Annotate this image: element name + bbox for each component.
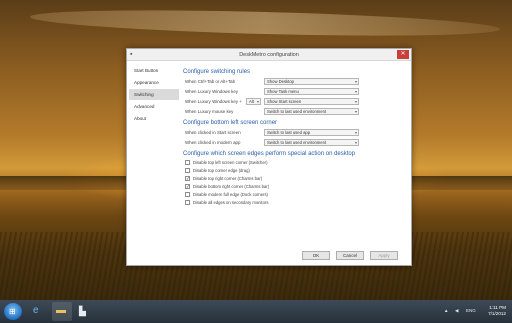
select-value: Show Desktop <box>267 79 294 84</box>
switching-row: When Luxury Windows key + Alt ▾ Show Sta… <box>183 97 411 107</box>
sidebar-item-advanced[interactable]: Advanced <box>129 101 179 112</box>
switching-key-select[interactable]: Alt ▾ <box>246 98 261 105</box>
taskbar-app-browser[interactable]: e <box>29 302 49 321</box>
switching-select-2[interactable]: Show Task menu ▾ <box>264 88 359 95</box>
row-label: When clicked in modern app <box>185 140 241 145</box>
checkbox-checked[interactable]: ✓ <box>185 184 190 189</box>
sidebar-nav: Start Button Appearance Switching Advanc… <box>129 65 179 125</box>
row-label: When Luxury Windows key + <box>185 99 242 104</box>
language-indicator[interactable]: ENG <box>466 308 476 314</box>
switching-row: When Ctrl+Tab or Alt+Tab Show Desktop ▾ <box>183 77 411 87</box>
apply-button[interactable]: Apply <box>370 251 398 260</box>
close-button[interactable]: ✕ <box>397 50 409 59</box>
checkbox-label: Disable top left screen corner (Switcher… <box>193 160 268 165</box>
start-button[interactable]: ⊞ <box>4 303 22 320</box>
switching-row: When Luxury Windows key Show Task menu ▾ <box>183 87 411 97</box>
chevron-down-icon: ▾ <box>354 89 357 94</box>
checkbox[interactable] <box>185 200 190 205</box>
section-heading-hotcorners: Configure which screen edges perform spe… <box>183 151 356 157</box>
sidebar-item-about[interactable]: About <box>129 113 179 124</box>
row-label: When Luxury mouse key <box>185 109 234 114</box>
sidebar-item-start-button[interactable]: Start Button <box>129 65 179 76</box>
sidebar-item-switching[interactable]: Switching <box>129 89 179 100</box>
checkbox-label: Disable all edges on secondary monitors <box>193 200 269 205</box>
close-icon: ✕ <box>400 51 406 57</box>
checkbox-row[interactable]: Disable modern full edge (Dock corners) <box>183 191 411 199</box>
chevron-down-icon: ▾ <box>354 99 357 104</box>
sidebar-item-label: Start Button <box>134 68 159 73</box>
sidebar-item-label: Appearance <box>134 80 159 85</box>
corner-row: When clicked in Start screen Switch to l… <box>183 128 411 138</box>
section-heading-corners: Configure bottom left screen corner <box>183 120 278 126</box>
app-icon: ▙ <box>79 306 86 316</box>
clock[interactable]: 1:11 PM 7/1/2012 <box>488 305 506 317</box>
checkbox[interactable] <box>185 192 190 197</box>
chevron-down-icon: ▾ <box>354 79 357 84</box>
checkbox-label: Disable top right corner (Charms bar) <box>193 176 263 181</box>
chevron-down-icon: ▾ <box>354 109 357 114</box>
chevron-down-icon: ▾ <box>256 99 259 104</box>
dialog-title: DeskMetro configuration <box>239 52 299 58</box>
sidebar-item-label: About <box>134 116 147 121</box>
taskbar-app-explorer[interactable]: ▬ <box>52 302 72 321</box>
corner-row: When clicked in modern app Switch to las… <box>183 138 411 148</box>
settings-panel: Configure switching rules When Ctrl+Tab … <box>183 68 411 207</box>
sidebar-item-appearance[interactable]: Appearance <box>129 77 179 88</box>
folder-icon: ▬ <box>56 305 66 316</box>
taskbar-app-deskmetro[interactable]: ▙ <box>75 302 95 321</box>
checkbox-row[interactable]: Disable top corner edge (drag) <box>183 167 411 175</box>
switching-select-4[interactable]: Switch to last used environment ▾ <box>264 108 359 115</box>
select-value: Switch to last used environment <box>267 140 327 145</box>
checkbox[interactable] <box>185 168 190 173</box>
select-value: Switch to last used environment <box>267 109 327 114</box>
select-value: Show Task menu <box>267 89 299 94</box>
checkbox-label: Disable bottom right corner (Charms bar) <box>193 184 270 189</box>
section-heading-switching: Configure switching rules <box>183 69 251 75</box>
ok-button[interactable]: OK <box>302 251 330 260</box>
taskbar: ⊞ e ▬ ▙ ▲ ◀ ENG 1:11 PM 7/1/2012 <box>0 300 512 323</box>
corner-select-1[interactable]: Switch to last used app ▾ <box>264 129 359 136</box>
checkbox-label: Disable top corner edge (drag) <box>193 168 250 173</box>
sidebar-item-label: Advanced <box>134 104 155 109</box>
switching-select-1[interactable]: Show Desktop ▾ <box>264 78 359 85</box>
chevron-down-icon: ▾ <box>354 140 357 145</box>
checkbox-row[interactable]: ✓ Disable bottom right corner (Charms ba… <box>183 183 411 191</box>
checkbox-row[interactable]: Disable top left screen corner (Switcher… <box>183 159 411 167</box>
select-value: Show Start screen <box>267 99 302 104</box>
select-value: Switch to last used app <box>267 130 311 135</box>
checkbox-row[interactable]: ✓ Disable top right corner (Charms bar) <box>183 175 411 183</box>
checkbox[interactable] <box>185 160 190 165</box>
row-label: When Ctrl+Tab or Alt+Tab <box>185 79 236 84</box>
windows-logo-icon: ⊞ <box>9 307 16 316</box>
chevron-down-icon: ▾ <box>354 130 357 135</box>
select-value: Alt <box>249 99 254 104</box>
checkbox-checked[interactable]: ✓ <box>185 176 190 181</box>
checkbox-row[interactable]: Disable all edges on secondary monitors <box>183 199 411 207</box>
cancel-button[interactable]: Cancel <box>336 251 364 260</box>
row-label: When clicked in Start screen <box>185 130 241 135</box>
wallpaper-cloud <box>29 5 501 41</box>
switching-row: When Luxury mouse key Switch to last use… <box>183 107 411 117</box>
row-label: When Luxury Windows key <box>185 89 238 94</box>
sidebar-item-label: Switching <box>134 92 154 97</box>
config-dialog: ▪ DeskMetro configuration ✕ Start Button… <box>126 48 412 266</box>
volume-icon[interactable]: ◀ <box>455 308 458 314</box>
dialog-titlebar[interactable]: ▪ DeskMetro configuration ✕ <box>127 49 411 61</box>
switching-select-3[interactable]: Show Start screen ▾ <box>264 98 359 105</box>
corner-select-2[interactable]: Switch to last used environment ▾ <box>264 139 359 146</box>
checkbox-label: Disable modern full edge (Dock corners) <box>193 192 268 197</box>
network-icon[interactable]: ▲ <box>444 308 448 314</box>
clock-date: 7/1/2012 <box>488 311 506 316</box>
browser-icon: e <box>33 305 39 316</box>
